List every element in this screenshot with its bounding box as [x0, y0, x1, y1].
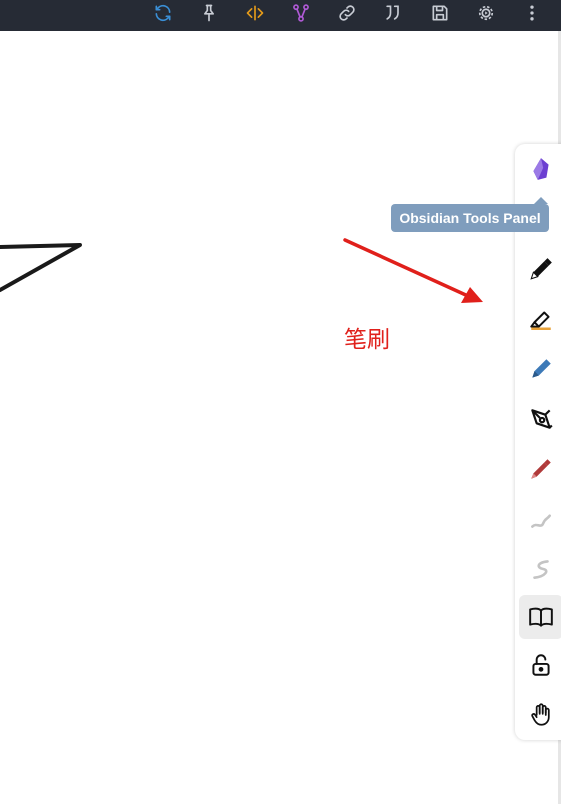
more-vertical-icon[interactable] [519, 0, 545, 26]
pen-icon[interactable] [519, 247, 561, 291]
settings-icon[interactable] [473, 0, 499, 26]
pin-icon[interactable] [196, 0, 222, 26]
drawing-canvas[interactable] [0, 31, 558, 804]
tooltip-arrow [534, 197, 548, 204]
marker-icon[interactable] [519, 447, 561, 491]
hand-icon[interactable] [519, 693, 561, 737]
obsidian-logo-icon[interactable] [519, 147, 561, 191]
pencil-icon[interactable] [519, 347, 561, 391]
fountain-pen-icon[interactable] [519, 397, 561, 441]
quote-icon[interactable] [380, 0, 406, 26]
book-icon[interactable] [519, 595, 561, 639]
link-icon[interactable] [334, 0, 360, 26]
sync-icon[interactable] [150, 0, 176, 26]
highlighter-icon[interactable] [519, 297, 561, 341]
stroke-icon[interactable] [519, 497, 561, 541]
tooltip: Obsidian Tools Panel [391, 204, 549, 232]
top-toolbar [0, 0, 561, 31]
stroke-icon[interactable] [519, 547, 561, 591]
save-icon[interactable] [427, 0, 453, 26]
unlock-icon[interactable] [519, 643, 561, 687]
annotation-label: 笔刷 [344, 327, 390, 353]
graph-icon[interactable] [288, 0, 314, 26]
code-split-icon[interactable] [242, 0, 268, 26]
